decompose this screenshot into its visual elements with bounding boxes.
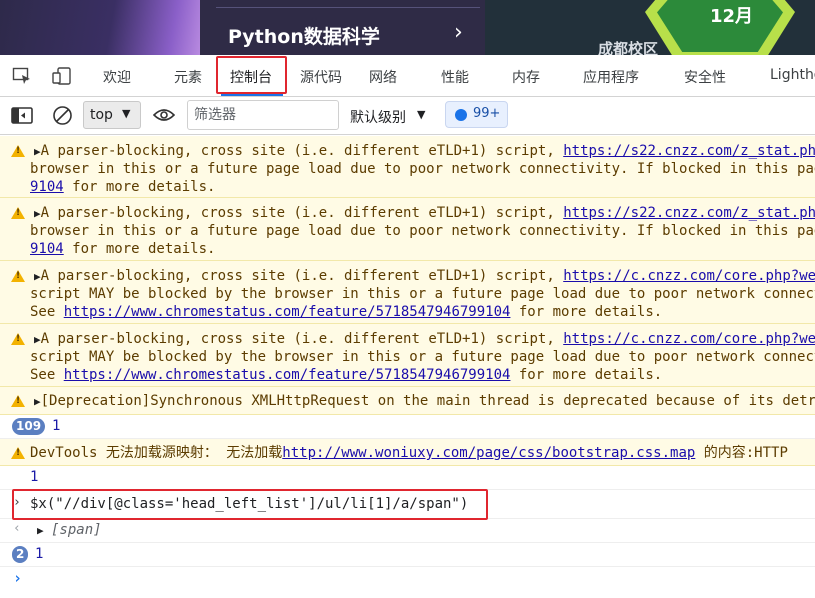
warning-icon: [11, 207, 25, 219]
warning-link[interactable]: https://www.chromestatus.com/feature/571…: [64, 367, 511, 383]
warning-link[interactable]: https://www.chromestatus.com/feature/571…: [64, 304, 511, 320]
expand-triangle-icon[interactable]: ▶: [34, 207, 41, 220]
month-label: 12月: [710, 6, 754, 27]
page-menu-item[interactable]: Python数据科学 ›: [200, 0, 485, 55]
clear-console-icon[interactable]: [52, 105, 73, 130]
filter-input[interactable]: [187, 100, 339, 130]
warning-text: browser in this or a future page load du…: [30, 161, 815, 177]
active-tab-indicator: [221, 94, 283, 96]
repeat-count-badge: 2: [12, 546, 29, 563]
tab-application[interactable]: 应用程序: [583, 67, 639, 87]
warning-text: for more details.: [510, 304, 663, 320]
tab-sources[interactable]: 源代码: [300, 67, 342, 87]
console-result-row: ‹ ▶ [span]: [0, 519, 815, 543]
log-value: 1: [30, 469, 39, 485]
warning-text: A parser-blocking, cross site (i.e. diff…: [40, 205, 564, 221]
log-value: 1: [52, 418, 61, 434]
issues-count: 99+: [473, 106, 501, 121]
deprecation-text: [Deprecation]Synchronous XMLHttpRequest …: [40, 393, 815, 409]
warning-icon: [11, 333, 25, 345]
page-banner-right: 12月 成都校区: [485, 0, 815, 55]
repeat-count-badge: 109: [12, 418, 46, 435]
tab-performance[interactable]: 性能: [441, 67, 469, 87]
result-value[interactable]: [span]: [51, 522, 102, 538]
warning-link[interactable]: https://s22.cnzz.com/z_stat.php: [563, 205, 815, 221]
console-log-row: 1: [0, 466, 815, 490]
console-warning-sourcemap: DevTools 无法加载源映射： 无法加载http://www.woniuxy…: [0, 439, 815, 466]
console-log-row: 2 1: [0, 543, 815, 567]
console-warning: ▶A parser-blocking, cross site (i.e. dif…: [0, 198, 815, 261]
menu-title: Python数据科学: [228, 26, 380, 48]
eye-icon[interactable]: [152, 108, 176, 126]
tab-lighthouse[interactable]: Lighthouse: [770, 67, 815, 83]
menu-divider: [216, 7, 480, 8]
tab-elements[interactable]: 元素: [174, 67, 202, 87]
log-value: 1: [35, 546, 44, 562]
caret-down-icon: ▼: [417, 108, 426, 121]
chevron-right-icon: ›: [13, 569, 23, 587]
warning-icon: [11, 270, 25, 282]
expand-triangle-icon[interactable]: ▶: [37, 524, 44, 537]
issues-button[interactable]: 99+: [445, 101, 508, 128]
expand-triangle-icon[interactable]: ▶: [34, 395, 41, 408]
expand-triangle-icon[interactable]: ▶: [34, 333, 41, 346]
highlight-box-console-tab: [216, 56, 287, 94]
device-toolbar-icon[interactable]: [52, 67, 72, 85]
warning-link[interactable]: https://c.cnzz.com/core.php?web: [563, 268, 815, 284]
warning-text: for more details.: [63, 179, 216, 195]
warning-text: A parser-blocking, cross site (i.e. diff…: [40, 143, 564, 159]
sidebar-toggle-icon[interactable]: [11, 107, 33, 128]
warning-link[interactable]: https://c.cnzz.com/core.php?web: [563, 331, 815, 347]
warning-text: browser in this or a future page load du…: [30, 223, 815, 239]
console-warning-deprecation: ▶[Deprecation]Synchronous XMLHttpRequest…: [0, 387, 815, 415]
warning-text: script MAY be blocked by the browser in …: [30, 286, 815, 302]
expand-triangle-icon[interactable]: ▶: [34, 270, 41, 283]
context-selector[interactable]: top ▼: [83, 101, 141, 129]
message-icon: [455, 109, 467, 121]
page-background-strip: Python数据科学 › 12月 成都校区: [0, 0, 815, 55]
console-warning: ▶A parser-blocking, cross site (i.e. dif…: [0, 324, 815, 387]
sourcemap-text: 的内容:HTTP: [695, 445, 788, 461]
chevron-left-icon: ‹: [13, 521, 21, 536]
tab-welcome[interactable]: 欢迎: [103, 67, 131, 87]
warning-icon: [11, 447, 25, 459]
warning-link[interactable]: https://s22.cnzz.com/z_stat.php: [563, 143, 815, 159]
sourcemap-link[interactable]: http://www.woniuxy.com/page/css/bootstra…: [282, 445, 695, 461]
caret-down-icon: ▼: [122, 107, 131, 120]
warning-link[interactable]: 9104: [30, 179, 64, 195]
warning-text: See: [30, 304, 64, 320]
chevron-right-icon: ›: [454, 20, 463, 45]
sourcemap-text: DevTools 无法加载源映射： 无法加载: [30, 445, 283, 461]
warning-text: See: [30, 367, 64, 383]
context-value: top: [90, 107, 113, 123]
campus-label: 成都校区: [598, 40, 659, 55]
console-prompt-row[interactable]: ›: [0, 567, 815, 591]
tab-security[interactable]: 安全性: [684, 67, 726, 87]
console-warning: ▶A parser-blocking, cross site (i.e. dif…: [0, 136, 815, 198]
warning-text: script MAY be blocked by the browser in …: [30, 349, 815, 365]
warning-text: for more details.: [63, 241, 216, 257]
console-output: ▶A parser-blocking, cross site (i.e. dif…: [0, 136, 815, 598]
warning-text: A parser-blocking, cross site (i.e. diff…: [40, 331, 564, 347]
devtools-tabbar: 欢迎 元素 控制台 源代码 网络 性能 内存 应用程序 安全性 Lighthou…: [0, 55, 815, 97]
page-banner-left: [0, 0, 200, 55]
log-level-select[interactable]: 默认级别: [350, 107, 406, 127]
warning-icon: [11, 145, 25, 157]
warning-text: for more details.: [510, 367, 663, 383]
warning-icon: [11, 395, 25, 407]
tab-memory[interactable]: 内存: [512, 67, 540, 87]
warning-text: A parser-blocking, cross site (i.e. diff…: [40, 268, 564, 284]
tab-network[interactable]: 网络: [369, 67, 397, 87]
console-toolbar: top ▼ 默认级别 ▼ 99+: [0, 97, 815, 135]
expand-triangle-icon[interactable]: ▶: [34, 145, 41, 158]
highlight-box-expression: [12, 489, 488, 520]
warning-link[interactable]: 9104: [30, 241, 64, 257]
inspect-element-icon[interactable]: [12, 67, 32, 85]
console-log-row: 109 1: [0, 415, 815, 439]
console-warning: ▶A parser-blocking, cross site (i.e. dif…: [0, 261, 815, 324]
